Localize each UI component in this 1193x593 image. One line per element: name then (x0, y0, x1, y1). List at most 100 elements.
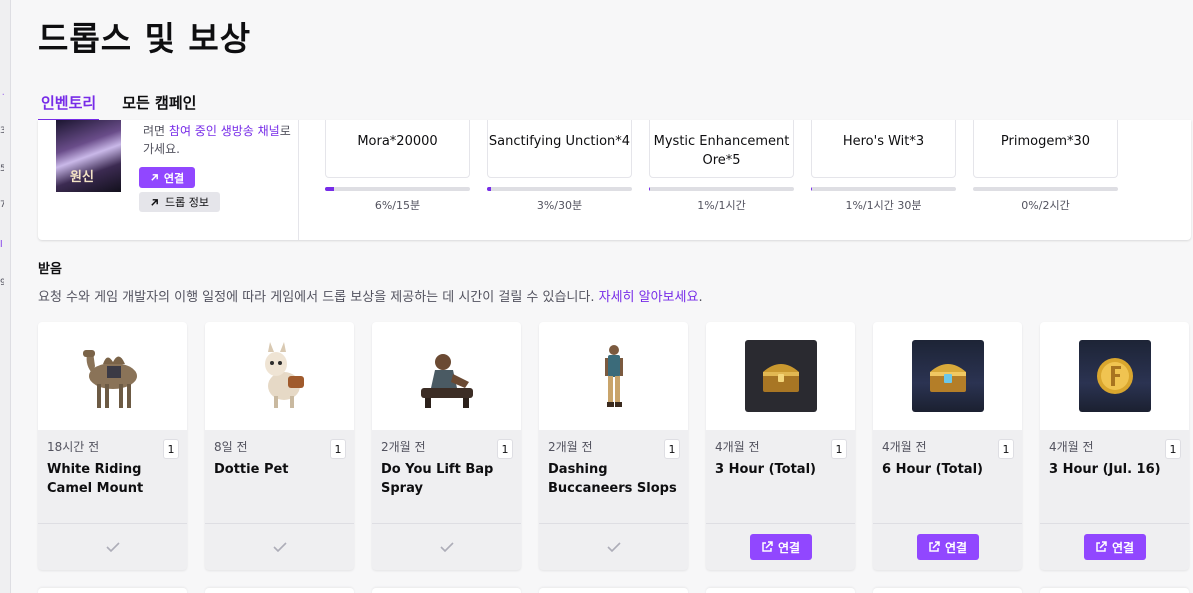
panel-divider (298, 120, 299, 240)
drop-progress-bar (649, 187, 794, 191)
external-link-icon (1096, 541, 1107, 552)
campaign-thumbnail-title: 원신 (70, 170, 94, 185)
campaign-connect-button[interactable]: 연결 (139, 167, 195, 188)
connect-button-label: 연결 (777, 540, 801, 555)
connect-button[interactable]: 연결 (1083, 534, 1146, 560)
reward-claimed-time: 4개월 전 (882, 440, 927, 454)
reward-card-next-row (38, 588, 187, 593)
reward-count-badge: 1 (831, 439, 847, 459)
reward-card-next-row (706, 588, 855, 593)
reward-card-next-row (205, 588, 354, 593)
connect-button-label: 연결 (1111, 540, 1135, 555)
check-icon (105, 542, 120, 552)
reward-info: 4개월 전 3 Hour (Total) 1 (706, 430, 855, 524)
campaign-description: 려면 참여 중인 생방송 채널로 가세요. (143, 122, 293, 158)
left-rail-glyph: l (0, 240, 3, 250)
reward-card: 2개월 전 Dashing Buccaneers Slops 1 (539, 322, 688, 570)
drop-name: Hero's Wit*3 (811, 120, 956, 178)
reward-name: 6 Hour (Total) (882, 462, 983, 477)
live-channel-link[interactable]: 참여 중인 생방송 채널 (169, 124, 280, 138)
drop-progress-label: 0%/2시간 (1021, 199, 1070, 212)
reward-name: White Riding Camel Mount (47, 462, 144, 496)
reward-claimed-time: 4개월 전 (1049, 440, 1094, 454)
drop-progress-bar (325, 187, 470, 191)
connect-button[interactable]: 연결 (916, 534, 979, 560)
drop-name: Primogem*30 (973, 120, 1118, 178)
reward-footer (205, 524, 354, 570)
drop-name: Mystic Enhancement Ore*5 (649, 120, 794, 178)
claimed-desc-suffix: . (698, 290, 703, 305)
drop-name: Sanctifying Unction*4 (487, 120, 632, 178)
llama-pet-icon (264, 342, 304, 408)
reward-footer (372, 524, 521, 570)
reward-card: 8일 전 Dottie Pet 1 (205, 322, 354, 570)
drop-progress-item: Hero's Wit*3 1%/1시간 30분 (811, 120, 956, 213)
left-rail-glyph: 5 (0, 164, 4, 174)
check-icon (439, 542, 454, 552)
campaign-thumbnail[interactable]: 원신 (56, 120, 121, 192)
reward-count-badge: 1 (1165, 439, 1181, 459)
drop-progress-fill (487, 187, 492, 191)
tab-bar: 인벤토리 모든 캠페인 (38, 90, 219, 121)
reward-count-badge: 1 (330, 439, 346, 459)
reward-card: 4개월 전 3 Hour (Total) 1 연결 (706, 322, 855, 570)
reward-info: 4개월 전 6 Hour (Total) 1 (873, 430, 1022, 524)
connect-button[interactable]: 연결 (749, 534, 812, 560)
reward-count-badge: 1 (998, 439, 1014, 459)
drop-progress-item: Sanctifying Unction*4 3%/30분 (487, 120, 632, 213)
drop-progress-label: 6%/15분 (374, 199, 421, 212)
reward-count-badge: 1 (497, 439, 513, 459)
reward-claimed-time: 18시간 전 (47, 440, 100, 454)
reward-card-next-row (539, 588, 688, 593)
reward-info: 18시간 전 White Riding Camel Mount 1 (38, 430, 187, 524)
left-rail-glyph: 3 (0, 126, 4, 136)
treasure-chest-icon (929, 364, 966, 392)
reward-name: Dashing Buccaneers Slops (548, 462, 677, 496)
claimed-heading: 받음 (38, 262, 62, 277)
drop-progress-bar (811, 187, 956, 191)
reward-count-badge: 1 (664, 439, 680, 459)
external-link-icon (762, 541, 773, 552)
reward-info: 2개월 전 Do You Lift Bap Spray 1 (372, 430, 521, 524)
reward-chest-thumbnail (911, 340, 984, 412)
campaign-desc-prefix: 려면 (143, 124, 169, 138)
drop-progress-label: 1%/1시간 30분 (845, 199, 922, 212)
learn-more-link[interactable]: 자세히 알아보세요 (599, 290, 699, 305)
drop-progress-label: 1%/1시간 (697, 199, 746, 212)
camel-mount-icon (82, 350, 137, 408)
tab-all-campaigns[interactable]: 모든 캠페인 (119, 90, 199, 121)
reward-info: 4개월 전 3 Hour (Jul. 16) 1 (1040, 430, 1189, 524)
reward-card: 18시간 전 White Riding Camel Mount 1 (38, 322, 187, 570)
reward-footer (38, 524, 187, 570)
reward-image (372, 322, 521, 430)
weightlifter-spray-icon (420, 354, 473, 408)
reward-name: 3 Hour (Total) (715, 462, 816, 477)
reward-chest-thumbnail (744, 340, 817, 412)
reward-image (1040, 322, 1189, 430)
reward-footer: 연결 (706, 524, 855, 570)
reward-count-badge: 1 (163, 439, 179, 459)
arrow-up-right-icon (151, 174, 158, 181)
reward-image (205, 322, 354, 430)
drop-progress-bar (973, 187, 1118, 191)
gold-coin-icon (1096, 358, 1133, 394)
reward-card: 4개월 전 6 Hour (Total) 1 연결 (873, 322, 1022, 570)
external-link-icon (929, 541, 940, 552)
drop-info-button[interactable]: 드롭 정보 (139, 192, 220, 212)
drop-progress-item: Mora*20000 6%/15분 (325, 120, 470, 213)
reward-claimed-time: 2개월 전 (381, 440, 426, 454)
reward-image (873, 322, 1022, 430)
reward-footer: 연결 (873, 524, 1022, 570)
reward-coin-thumbnail (1078, 340, 1151, 412)
arrow-up-right-icon (151, 198, 158, 206)
drop-name: Mora*20000 (325, 120, 470, 178)
reward-info: 2개월 전 Dashing Buccaneers Slops 1 (539, 430, 688, 524)
drop-progress-item: Mystic Enhancement Ore*5 1%/1시간 (649, 120, 794, 213)
reward-footer (539, 524, 688, 570)
reward-card: 4개월 전 3 Hour (Jul. 16) 1 연결 (1040, 322, 1189, 570)
left-sidebar: ㅓ 3 5 7 l 9 (0, 0, 11, 593)
reward-name: 3 Hour (Jul. 16) (1049, 462, 1161, 477)
tab-inventory[interactable]: 인벤토리 (38, 90, 100, 121)
drop-progress-item: Primogem*30 0%/2시간 (973, 120, 1118, 213)
claimed-desc-text: 요청 수와 게임 개발자의 이행 일정에 따라 게임에서 드롭 보상을 제공하는… (38, 290, 599, 305)
